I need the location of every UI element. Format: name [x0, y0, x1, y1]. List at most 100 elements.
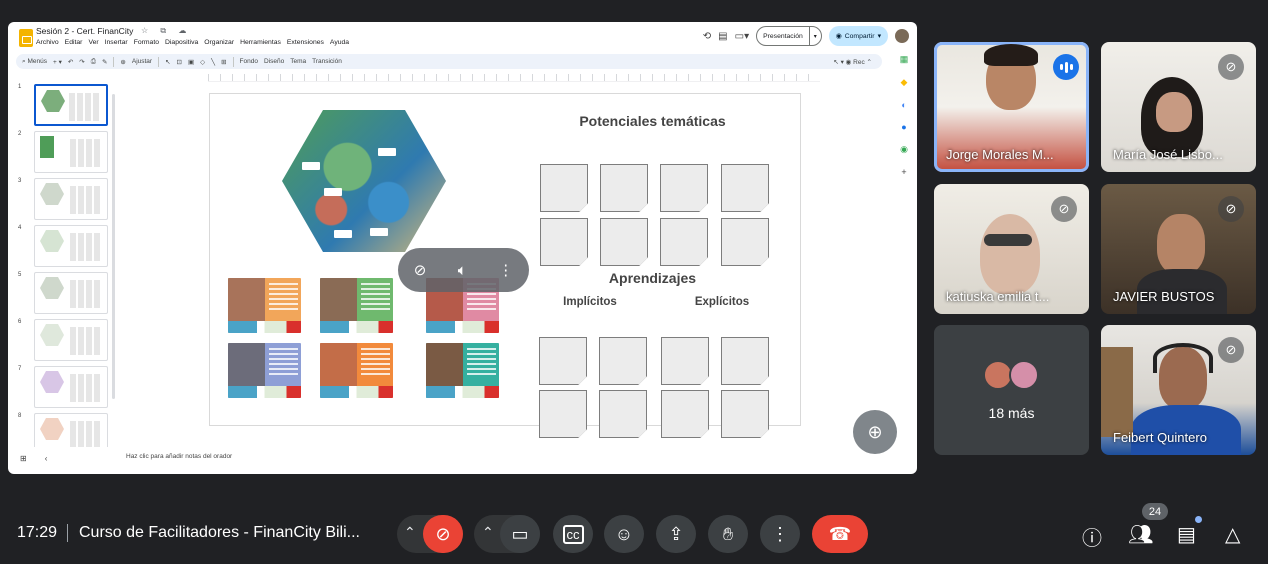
paint-format-icon[interactable]: ✎ — [102, 58, 107, 66]
document-title[interactable]: Sesión 2 - Cert. FinanCity — [36, 26, 133, 36]
bookshelf — [1101, 347, 1133, 437]
line-icon[interactable]: ╲ — [211, 58, 215, 66]
textbox-icon[interactable]: ⊡ — [177, 58, 182, 66]
collapse-icon[interactable]: ‹ — [45, 454, 48, 463]
map-label — [302, 162, 320, 170]
participant-tile[interactable]: ⊘ katiuska emilia t... — [934, 184, 1089, 314]
slide-thumbnail[interactable]: 3 — [16, 176, 108, 223]
slide-thumbnail[interactable]: 4 — [16, 223, 108, 270]
shape-icon[interactable]: ◇ — [200, 58, 205, 66]
sticky-note — [539, 390, 587, 438]
contacts-icon[interactable]: ● — [901, 122, 906, 132]
image-icon[interactable]: ▣ — [188, 58, 194, 66]
reactions-button[interactable]: ☺ — [604, 515, 644, 553]
sheets-icon[interactable]: ▦ — [900, 54, 909, 65]
menu-ver[interactable]: Ver — [88, 39, 98, 46]
camera-button[interactable]: ▭ — [500, 515, 540, 553]
emoji-icon: ☺ — [614, 523, 634, 544]
meet-icon[interactable]: ▭▾ — [735, 31, 749, 42]
participant-tile[interactable]: Jorge Morales M... — [934, 42, 1089, 172]
mic-off-icon: ⊘ — [1218, 337, 1244, 363]
zoom-icon[interactable]: ⊕ — [120, 58, 125, 66]
rec-button[interactable]: ↖ ▾ ◉ Rec ⌃ — [833, 58, 882, 66]
layout-button[interactable]: Diseño — [264, 58, 284, 65]
headset-icon — [1153, 343, 1213, 373]
transition-button[interactable]: Transición — [312, 58, 342, 65]
sticky-note — [660, 218, 708, 266]
implicitos-heading: Implícitos — [563, 296, 617, 308]
slide-thumbnail[interactable]: 6 — [16, 317, 108, 364]
info-icon[interactable]: ⓘ — [1082, 522, 1102, 551]
people-icon[interactable]: 👥︎ — [1128, 522, 1153, 547]
slide-thumbnail[interactable]: 5 — [16, 270, 108, 317]
thumbnail-image — [34, 413, 108, 447]
print-icon[interactable]: ⎙ — [91, 58, 96, 66]
redo-icon[interactable]: ↷ — [79, 58, 84, 66]
zoom-select[interactable]: Ajustar — [132, 58, 152, 65]
present-now-button[interactable]: ⇪ — [656, 515, 696, 553]
tasks-icon[interactable]: ◐ — [901, 100, 906, 110]
menu-ayuda[interactable]: Ayuda — [330, 39, 349, 46]
add-slide-icon[interactable]: + ▾ — [53, 58, 62, 66]
background-button[interactable]: Fondo — [240, 58, 258, 65]
mic-off-icon: ⊘ — [1051, 196, 1077, 222]
chat-icon[interactable]: ▤ — [1177, 522, 1196, 547]
comments-icon[interactable]: ▤ — [718, 31, 727, 42]
sticky-note — [721, 390, 769, 438]
grid-view-icon[interactable]: ⊞ — [20, 454, 27, 463]
menu-formato[interactable]: Formato — [134, 39, 159, 46]
chevron-up-icon[interactable]: ⌃ — [482, 524, 494, 541]
participant-tile[interactable]: ⊘ JAVIER BUSTOS — [1101, 184, 1256, 314]
thumbnail-image — [34, 366, 108, 408]
menu-insertar[interactable]: Insertar — [105, 39, 128, 46]
slide-number: 8 — [18, 413, 22, 419]
sticky-note — [660, 164, 708, 212]
menu-organizar[interactable]: Organizar — [204, 39, 234, 46]
star-move-cloud-icons[interactable]: ☆ ⧉ ☁ — [141, 26, 191, 36]
pin-off-icon[interactable]: ⊘ — [414, 261, 427, 279]
shared-screen: Sesión 2 - Cert. FinanCity ☆ ⧉ ☁ Archivo… — [8, 22, 917, 474]
history-icon[interactable]: ⟲ — [703, 31, 711, 42]
explicitos-heading: Explícitos — [694, 296, 750, 308]
add-addon-icon[interactable]: + — [901, 167, 906, 177]
chevron-up-icon[interactable]: ⌃ — [404, 524, 416, 541]
slide-number: 6 — [18, 319, 22, 325]
slide-thumbnail[interactable]: 1 — [16, 82, 108, 129]
activities-icon[interactable]: △ — [1225, 522, 1240, 547]
participant-tile[interactable]: ⊘ María José Lisbo... — [1101, 42, 1256, 172]
undo-icon[interactable]: ↶ — [68, 58, 73, 66]
theme-button[interactable]: Tema — [290, 58, 306, 65]
speaker-notes[interactable]: Haz clic para añadir notas del orador — [118, 447, 858, 467]
leave-call-button[interactable]: ☎︎ — [812, 515, 868, 553]
slides-logo-icon[interactable] — [19, 29, 33, 47]
mic-off-button[interactable]: ⊘ — [423, 515, 463, 553]
more-participants-tile[interactable]: 18 más — [934, 325, 1089, 455]
comment-add-icon[interactable]: ⊞ — [221, 58, 226, 66]
slide-thumbnail[interactable]: 7 — [16, 364, 108, 411]
present-button[interactable]: Presentación ▾ — [756, 26, 822, 46]
participant-tile[interactable]: ⊘ Feibert Quintero — [1101, 325, 1256, 455]
slide-thumbnail[interactable]: 2 — [16, 129, 108, 176]
chevron-down-icon[interactable]: ▾ — [808, 27, 821, 45]
maps-icon[interactable]: ◉ — [900, 144, 908, 155]
search-menus[interactable]: ⌕ Menús — [22, 58, 47, 66]
more-options-button[interactable]: ⋮ — [760, 515, 800, 553]
keep-icon[interactable]: ◆ — [901, 77, 908, 88]
raise-hand-button[interactable]: ✋︎ — [708, 515, 748, 553]
menu-editar[interactable]: Editar — [65, 39, 83, 46]
menu-diapositiva[interactable]: Diapositiva — [165, 39, 198, 46]
share-button[interactable]: ◉ Compartir ▾ — [828, 26, 888, 46]
zoom-in-button[interactable]: ⊕ — [853, 410, 897, 454]
more-options-icon[interactable]: ⋮ — [498, 261, 513, 279]
captions-button[interactable]: cc — [553, 515, 593, 553]
account-avatar[interactable] — [895, 29, 909, 43]
menu-herramientas[interactable]: Herramientas — [240, 39, 281, 46]
menu-extensiones[interactable]: Extensiones — [287, 39, 324, 46]
speaker-icon[interactable]: 🔈︎ — [458, 262, 467, 279]
select-icon[interactable]: ↖ — [165, 58, 170, 66]
menu-archivo[interactable]: Archivo — [36, 39, 59, 46]
slide-number: 2 — [18, 131, 22, 137]
filmstrip-scrollbar[interactable] — [112, 94, 115, 399]
participant-video — [1157, 214, 1205, 274]
slide-thumbnail[interactable]: 8 — [16, 411, 108, 447]
